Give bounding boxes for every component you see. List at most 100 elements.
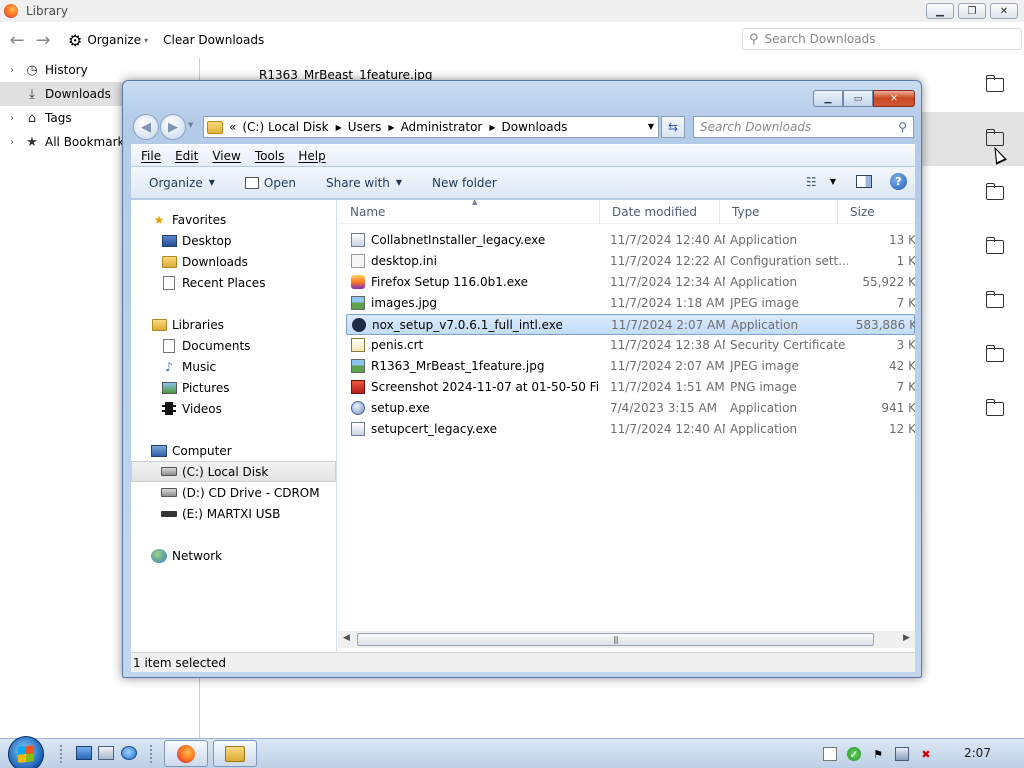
breadcrumb-downloads[interactable]: Downloads xyxy=(502,120,568,134)
nav-downloads[interactable]: Downloads xyxy=(131,251,336,272)
file-row[interactable]: setup.exe 7/4/2023 3:15 AM Application 9… xyxy=(346,398,915,419)
volume-muted-icon[interactable]: ✖ xyxy=(919,747,933,761)
file-row[interactable]: Firefox Setup 116.0b1.exe 11/7/2024 12:3… xyxy=(346,272,915,293)
file-row[interactable]: desktop.ini 11/7/2024 12:22 AM Configura… xyxy=(346,251,915,272)
nav-pictures[interactable]: Pictures xyxy=(131,377,336,398)
search-input[interactable]: Search Downloads ⚲ xyxy=(693,116,914,138)
menu-help[interactable]: Help xyxy=(298,149,325,163)
expand-arrow-icon[interactable]: › xyxy=(5,65,19,76)
certificate-icon xyxy=(351,338,365,352)
open-button[interactable]: Open xyxy=(244,176,296,190)
switch-windows-icon[interactable] xyxy=(98,746,114,760)
expand-arrow-icon[interactable]: › xyxy=(5,137,19,148)
internet-explorer-icon[interactable] xyxy=(121,746,137,760)
toolbar-grip[interactable] xyxy=(150,745,153,763)
library-restore-button[interactable]: ❐ xyxy=(958,3,986,19)
forward-button[interactable]: ▶ xyxy=(160,114,186,140)
breadcrumb-administrator[interactable]: Administrator xyxy=(401,120,483,134)
breadcrumb-arrow-icon[interactable]: ▶ xyxy=(336,123,342,132)
nav-documents[interactable]: Documents xyxy=(131,335,336,356)
library-search-input[interactable]: ⚲ Search Downloads xyxy=(742,28,1022,50)
folder-icon xyxy=(207,120,223,134)
forward-arrow-icon[interactable]: → xyxy=(30,30,56,51)
security-check-icon[interactable]: ✓ xyxy=(847,747,861,761)
open-folder-icon[interactable] xyxy=(986,237,1004,254)
nav-recent-places[interactable]: Recent Places xyxy=(131,272,336,293)
refresh-button[interactable]: ⇆ xyxy=(661,116,685,138)
nav-favorites[interactable]: ★ Favorites xyxy=(131,209,336,230)
menu-tools[interactable]: Tools xyxy=(255,149,285,163)
column-header-size[interactable]: Size xyxy=(838,200,915,224)
file-row[interactable]: setupcert_legacy.exe 11/7/2024 12:40 AM … xyxy=(346,419,915,440)
open-folder-icon[interactable] xyxy=(986,129,1004,146)
back-arrow-icon[interactable]: ← xyxy=(4,30,30,51)
action-center-flag-icon[interactable]: ⚑ xyxy=(871,747,885,761)
breadcrumb-arrow-icon[interactable]: ▶ xyxy=(489,123,495,132)
music-icon: ♪ xyxy=(165,359,173,374)
taskbar-firefox-button[interactable] xyxy=(164,740,208,767)
new-folder-button[interactable]: New folder xyxy=(432,176,497,190)
open-folder-icon[interactable] xyxy=(986,291,1004,308)
organize-button[interactable]: Organize ▼ xyxy=(149,176,215,190)
help-icon[interactable]: ? xyxy=(890,173,907,190)
notes-icon[interactable] xyxy=(823,747,837,761)
open-folder-icon[interactable] xyxy=(986,399,1004,416)
change-view-icon[interactable]: ☷ xyxy=(806,175,830,189)
network-status-icon[interactable] xyxy=(895,747,909,761)
recent-pages-chevron-icon[interactable]: ▼ xyxy=(188,121,193,129)
preview-pane-icon[interactable] xyxy=(856,175,872,188)
expand-arrow-icon[interactable]: › xyxy=(5,113,19,124)
breadcrumb-users[interactable]: Users xyxy=(348,120,382,134)
toolbar-grip[interactable] xyxy=(60,745,63,763)
column-header-name[interactable]: Name xyxy=(338,200,600,224)
show-desktop-icon[interactable] xyxy=(76,746,92,760)
column-header-date[interactable]: Date modified xyxy=(600,200,720,224)
horizontal-scrollbar[interactable]: ◀ ||| ▶ xyxy=(338,631,915,648)
open-folder-icon[interactable] xyxy=(986,75,1004,92)
nav-label: Downloads xyxy=(182,254,248,269)
nav-libraries[interactable]: Libraries xyxy=(131,314,336,335)
open-folder-icon[interactable] xyxy=(986,345,1004,362)
file-row[interactable]: images.jpg 11/7/2024 1:18 AM JPEG image … xyxy=(346,293,915,314)
file-row-selected[interactable]: nox_setup_v7.0.6.1_full_intl.exe 11/7/20… xyxy=(346,314,915,335)
breadcrumb-overflow[interactable]: « xyxy=(229,120,236,134)
organize-menu-button[interactable]: ⚙ Organize ▾ xyxy=(68,31,148,50)
maximize-button[interactable]: ▭ xyxy=(843,90,873,107)
file-row[interactable]: Screenshot 2024-11-07 at 01-50-50 Firefo… xyxy=(346,377,915,398)
back-button[interactable]: ◀ xyxy=(133,114,159,140)
file-row[interactable]: penis.crt 11/7/2024 12:38 AM Security Ce… xyxy=(346,335,915,356)
sidebar-item-history[interactable]: › ◷ History xyxy=(0,58,200,82)
nav-d-drive[interactable]: (D:) CD Drive - CDROM xyxy=(131,482,336,503)
file-row[interactable]: R1363_MrBeast_1feature.jpg 11/7/2024 2:0… xyxy=(346,356,915,377)
start-button[interactable] xyxy=(8,736,44,768)
close-button[interactable]: ✕ xyxy=(873,90,915,107)
breadcrumb-arrow-icon[interactable]: ▶ xyxy=(388,123,394,132)
library-minimize-button[interactable]: ▁ xyxy=(926,3,954,19)
nav-videos[interactable]: Videos xyxy=(131,398,336,419)
breadcrumb-c-drive[interactable]: (C:) Local Disk xyxy=(242,120,328,134)
clear-downloads-button[interactable]: Clear Downloads xyxy=(163,33,264,47)
address-dropdown-icon[interactable]: ▼ xyxy=(648,122,654,131)
scroll-right-icon[interactable]: ▶ xyxy=(903,633,910,643)
address-bar[interactable]: « (C:) Local Disk ▶ Users ▶ Administrato… xyxy=(203,116,659,138)
view-options-chevron-icon[interactable]: ▼ xyxy=(830,177,836,186)
nav-network[interactable]: Network xyxy=(131,545,336,566)
library-close-button[interactable]: ✕ xyxy=(990,3,1018,19)
minimize-button[interactable]: ▁ xyxy=(813,90,843,107)
taskbar-clock[interactable]: 2:07 xyxy=(964,746,991,760)
menu-edit[interactable]: Edit xyxy=(175,149,198,163)
nav-music[interactable]: ♪ Music xyxy=(131,356,336,377)
nav-c-drive[interactable]: (C:) Local Disk xyxy=(131,461,336,482)
scrollbar-thumb[interactable]: ||| xyxy=(357,633,874,646)
nav-desktop[interactable]: Desktop xyxy=(131,230,336,251)
nav-computer[interactable]: Computer xyxy=(131,440,336,461)
open-folder-icon[interactable] xyxy=(986,183,1004,200)
scroll-left-icon[interactable]: ◀ xyxy=(343,633,350,643)
menu-file[interactable]: File xyxy=(141,149,161,163)
menu-view[interactable]: View xyxy=(212,149,240,163)
nav-e-drive[interactable]: (E:) MARTXI USB xyxy=(131,503,336,524)
taskbar-explorer-button[interactable] xyxy=(213,740,257,767)
column-header-type[interactable]: Type xyxy=(720,200,838,224)
share-with-button[interactable]: Share with ▼ xyxy=(326,176,402,190)
file-row[interactable]: CollabnetInstaller_legacy.exe 11/7/2024 … xyxy=(346,230,915,251)
